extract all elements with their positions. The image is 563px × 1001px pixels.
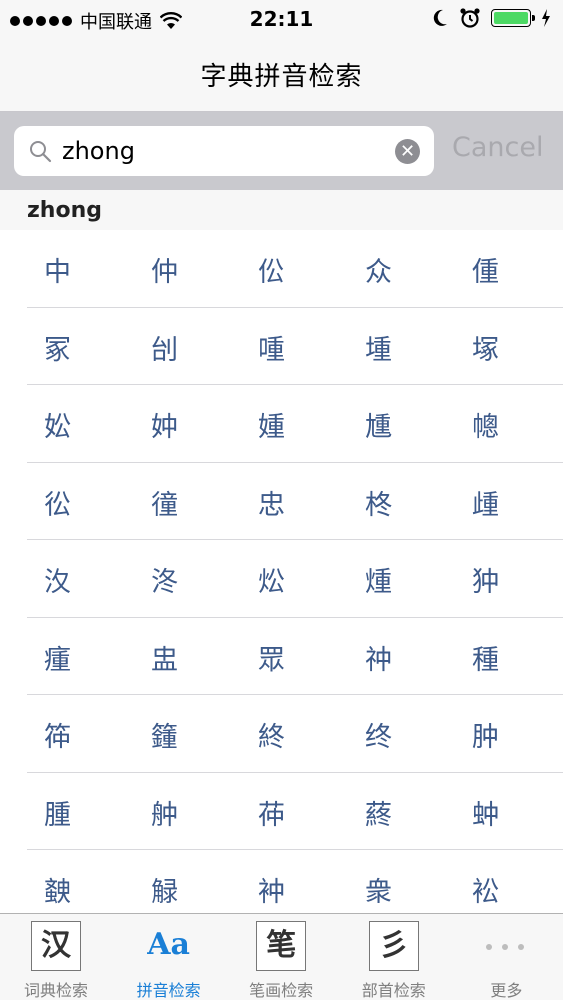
character-cell[interactable]: 瘇 <box>44 638 104 677</box>
tab-bar: 汉词典检索 Aa 拼音检索笔笔画检索彡部首检索 更多 <box>0 913 563 1000</box>
tab-label: 词典检索 <box>23 981 88 1000</box>
tab-stroke-search[interactable]: 笔笔画检索 <box>225 914 337 1001</box>
character-cell[interactable]: 徸 <box>151 483 211 522</box>
character-row: 彸徸忠柊歱 <box>27 463 563 540</box>
character-cell[interactable]: 盅 <box>151 638 211 677</box>
charging-bolt-icon <box>542 9 550 27</box>
more-dots-icon <box>486 944 525 950</box>
search-bar: ✕ Cancel <box>0 112 563 190</box>
character-cell[interactable]: 幒 <box>472 405 532 444</box>
character-cell[interactable]: 眾 <box>258 638 318 677</box>
battery-icon <box>491 9 535 27</box>
character-cell[interactable]: 煄 <box>365 560 425 599</box>
character-cell[interactable]: 柊 <box>365 483 425 522</box>
radical-icon: 彡 <box>368 921 419 971</box>
character-cell[interactable]: 妐 <box>44 405 104 444</box>
pinyin-aa-icon: Aa <box>147 927 190 962</box>
tab-more[interactable]: 更多 <box>450 914 562 1001</box>
character-cell[interactable]: 堹 <box>365 328 425 367</box>
search-input[interactable] <box>62 133 382 169</box>
character-cell[interactable]: 籦 <box>151 715 211 754</box>
character-cell[interactable]: 蚛 <box>472 793 532 832</box>
character-cell[interactable]: 尰 <box>365 405 425 444</box>
character-cell[interactable]: 泈 <box>151 560 211 599</box>
page-title: 字典拼音检索 <box>200 62 363 92</box>
battery-level <box>494 12 528 24</box>
character-cell[interactable]: 刣 <box>151 328 211 367</box>
tab-dictionary-search[interactable]: 汉词典检索 <box>0 914 112 1001</box>
character-cell[interactable]: 衶 <box>258 870 318 909</box>
character-cell[interactable]: 狆 <box>472 560 532 599</box>
character-cell[interactable]: 腫 <box>44 793 104 832</box>
search-field[interactable]: ✕ <box>14 126 434 176</box>
character-cell[interactable]: 喠 <box>258 328 318 367</box>
clear-search-icon[interactable]: ✕ <box>395 139 420 164</box>
character-cell[interactable]: 舯 <box>151 793 211 832</box>
character-cell[interactable]: 蔠 <box>365 793 425 832</box>
character-cell[interactable]: 觮 <box>151 870 211 909</box>
character-cell[interactable]: 忠 <box>258 483 318 522</box>
character-cell[interactable]: 塚 <box>472 328 532 367</box>
character-cell[interactable]: 歱 <box>472 483 532 522</box>
character-row: 汷泈炂煄狆 <box>27 540 563 618</box>
tab-label: 拼音检索 <box>136 981 201 1000</box>
character-cell[interactable]: 種 <box>472 638 532 677</box>
character-row: 筗籦終终肿 <box>27 695 563 773</box>
status-bar: 中国联通 22:11 <box>0 0 563 38</box>
tab-pinyin-search[interactable]: Aa 拼音检索 <box>113 914 225 1001</box>
section-header: zhong <box>0 190 563 230</box>
character-cell[interactable]: 終 <box>258 715 318 754</box>
tab-radical-search[interactable]: 彡部首检索 <box>338 914 450 1001</box>
cancel-button[interactable]: Cancel <box>452 132 543 163</box>
character-cell[interactable]: 汷 <box>44 560 104 599</box>
character-cell[interactable]: 筗 <box>44 715 104 754</box>
character-row: 妐妕媑尰幒 <box>27 385 563 463</box>
alarm-clock-icon <box>460 8 480 28</box>
character-cell[interactable]: 肿 <box>472 715 532 754</box>
character-cell[interactable]: 妕 <box>151 405 211 444</box>
character-row: 腫舯茽蔠蚛 <box>27 773 563 850</box>
brush-character-icon: 笔 <box>256 921 307 971</box>
character-cell[interactable]: 彸 <box>44 483 104 522</box>
tab-label: 笔画检索 <box>249 981 314 1000</box>
character-cell[interactable]: 螤 <box>44 870 104 909</box>
character-cell[interactable]: 衳 <box>472 870 532 909</box>
character-cell[interactable]: 衆 <box>365 870 425 909</box>
character-cell[interactable]: 偅 <box>472 250 532 289</box>
character-row: 瘇盅眾祌種 <box>27 618 563 695</box>
tab-label: 更多 <box>490 981 523 1000</box>
moon-icon <box>433 9 447 26</box>
status-right <box>431 7 551 29</box>
navigation-bar: 字典拼音检索 <box>0 38 563 112</box>
character-cell[interactable]: 冢 <box>44 328 104 367</box>
character-grid: 中 仲 伀 众 偅冢 刣 喠 堹 塚妐 妕 媑 尰 幒彸 徸 忠 柊 歱汷 泈 炂 煄 狆瘇 盅 眾 祌 種筗 籦 終 终 肿腫 舯 茽 蔠 蚛… <box>0 230 563 928</box>
character-cell[interactable]: 祌 <box>365 638 425 677</box>
character-cell[interactable]: 终 <box>365 715 425 754</box>
character-cell[interactable]: 中 <box>44 250 104 289</box>
character-row: 冢刣喠堹塚 <box>27 308 563 385</box>
character-cell[interactable]: 媑 <box>258 405 318 444</box>
character-cell[interactable]: 伀 <box>258 250 318 289</box>
tab-label: 部首检索 <box>361 981 426 1000</box>
han-character-icon: 汉 <box>31 921 81 971</box>
character-cell[interactable]: 众 <box>365 250 425 289</box>
character-cell[interactable]: 仲 <box>151 250 211 289</box>
character-cell[interactable]: 茽 <box>258 793 318 832</box>
character-cell[interactable]: 炂 <box>258 560 318 599</box>
character-row: 中仲伀众偅 <box>27 230 563 308</box>
search-icon <box>30 141 52 163</box>
